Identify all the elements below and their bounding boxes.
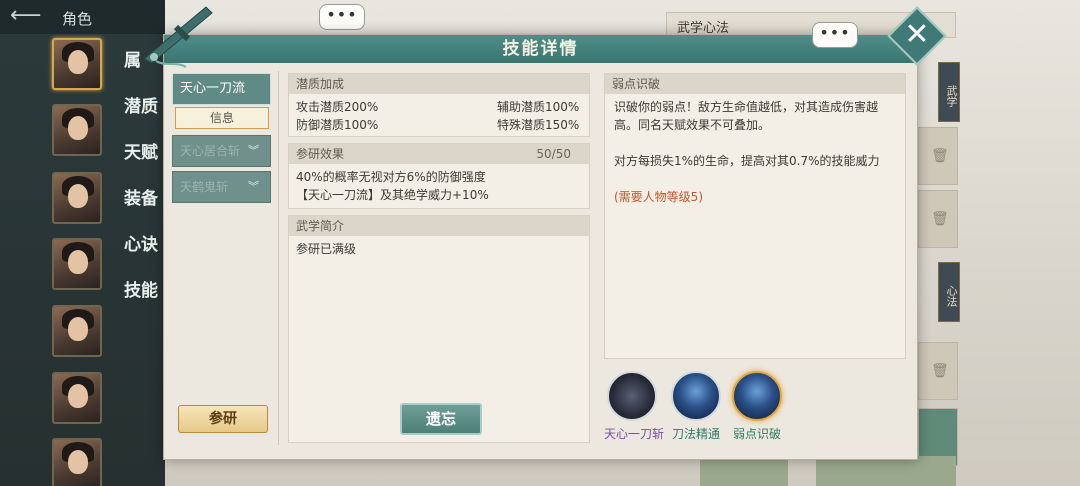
trash-icon[interactable]: 🗑 [931,211,949,229]
tab-label: 天心居合斩 [180,144,241,158]
skill-tab-list: 天心一刀流 信息 天心居合斩 ︾ 天鹤鬼斩 ︾ [172,73,272,207]
dialog-header: 技能详情 [164,35,917,63]
side-tab[interactable]: 心法 [938,262,960,322]
side-menu-item[interactable]: 心诀 [124,230,158,255]
avatar[interactable] [52,238,102,290]
intro-header: 武学简介 [289,216,589,236]
blade-slash-icon[interactable] [607,371,657,421]
avatar[interactable] [52,305,102,357]
research-effect-line: 【天心一刀流】及其绝学威力+10% [296,188,489,202]
slot-card[interactable]: 🗑 [918,342,958,400]
intro-text: 参研已满级 [296,242,357,256]
slot-card[interactable]: 🗑 [918,127,958,185]
info-button[interactable]: 信息 [175,107,269,129]
chat-bubble-icon[interactable]: ••• [319,4,365,30]
sword-decoration-icon [143,6,213,68]
research-effect-line: 40%的概率无视对方6%的防御强度 [296,170,486,184]
side-menu-item[interactable]: 技能 [124,276,158,301]
trash-icon[interactable]: 🗑 [931,363,949,381]
side-tab[interactable]: 武学 [938,62,960,122]
dialog-title: 技能详情 [502,39,579,59]
figure-aura-icon[interactable] [732,371,782,421]
skill-detail-dialog: 技能详情 ✕ 天心一刀流 信息 天心居合斩 ︾ 天鹤鬼斩 ︾ 参研 潜质加成 攻… [143,6,947,460]
research-button[interactable]: 参研 [178,405,268,433]
slot-card[interactable]: 🗑 [918,190,958,248]
tab-skill-2[interactable]: 天心居合斩 ︾ [172,135,271,167]
potential-support: 辅助潜质100% [497,100,580,114]
potential-special: 特殊潜质150% [497,118,580,132]
chat-bubble-icon[interactable]: ••• [812,22,858,48]
avatar[interactable] [52,438,102,486]
research-effect-title: 参研效果 [296,147,345,161]
potential-header: 潜质加成 [289,74,589,94]
description-text: 识破你的弱点！敌方生命值越低，对其造成伤害越高。同名天赋效果不可叠加。 [614,100,879,132]
potential-panel: 潜质加成 攻击潜质200% 辅助潜质100% 防御潜质100% 特殊潜质150% [288,73,590,137]
skill-icon-item[interactable]: 弱点识破 [729,371,785,442]
bottom-tab[interactable] [700,456,788,486]
skill-label: 刀法精通 [671,427,720,441]
skill-label: 弱点识破 [732,427,781,441]
research-progress: 50/50 [536,147,571,161]
avatar[interactable] [52,172,102,224]
research-effect-header: 参研效果 50/50 [289,144,589,164]
potential-defense: 防御潜质100% [296,118,379,132]
close-icon: ✕ [904,17,930,52]
chevron-down-icon: ︾ [248,180,259,193]
research-effect-panel: 参研效果 50/50 40%的概率无视对方6%的防御强度 【天心一刀流】及其绝学… [288,143,590,209]
skill-label: 天心一刀斩 [604,427,665,441]
avatar[interactable] [52,104,102,156]
level-requirement: (需要人物等级5) [614,190,703,204]
avatar[interactable] [52,38,102,90]
tab-label: 天鹤鬼斩 [180,180,229,194]
tab-skill-1[interactable]: 天心一刀流 [172,73,271,105]
side-menu-item[interactable]: 装备 [124,184,158,209]
tab-label: 天心一刀流 [180,81,246,96]
divider [278,71,279,445]
skill-icon-item[interactable]: 天心一刀斩 [604,371,665,442]
chevron-down-icon: ︾ [248,144,259,157]
side-menu-item[interactable]: 天赋 [124,138,158,163]
back-arrow-icon[interactable]: ⟵ [10,5,44,28]
forget-button[interactable]: 遗忘 [400,403,482,435]
description-header: 弱点识破 [605,74,905,94]
skill-icon-item[interactable]: 刀法精通 [668,371,724,442]
description-text: 对方每损失1%的生命，提高对其0.7%的技能威力 [614,154,880,168]
potential-attack: 攻击潜质200% [296,100,379,114]
page-title: 角色 [62,10,93,28]
figure-aura-icon[interactable] [671,371,721,421]
tab-skill-3[interactable]: 天鹤鬼斩 ︾ [172,171,271,203]
bottom-tab[interactable] [816,456,956,486]
side-menu-item[interactable]: 潜质 [124,92,158,117]
trash-icon[interactable]: 🗑 [931,148,949,166]
skill-description-panel: 弱点识破 识破你的弱点！敌方生命值越低，对其造成伤害越高。同名天赋效果不可叠加。… [604,73,906,359]
avatar[interactable] [52,372,102,424]
